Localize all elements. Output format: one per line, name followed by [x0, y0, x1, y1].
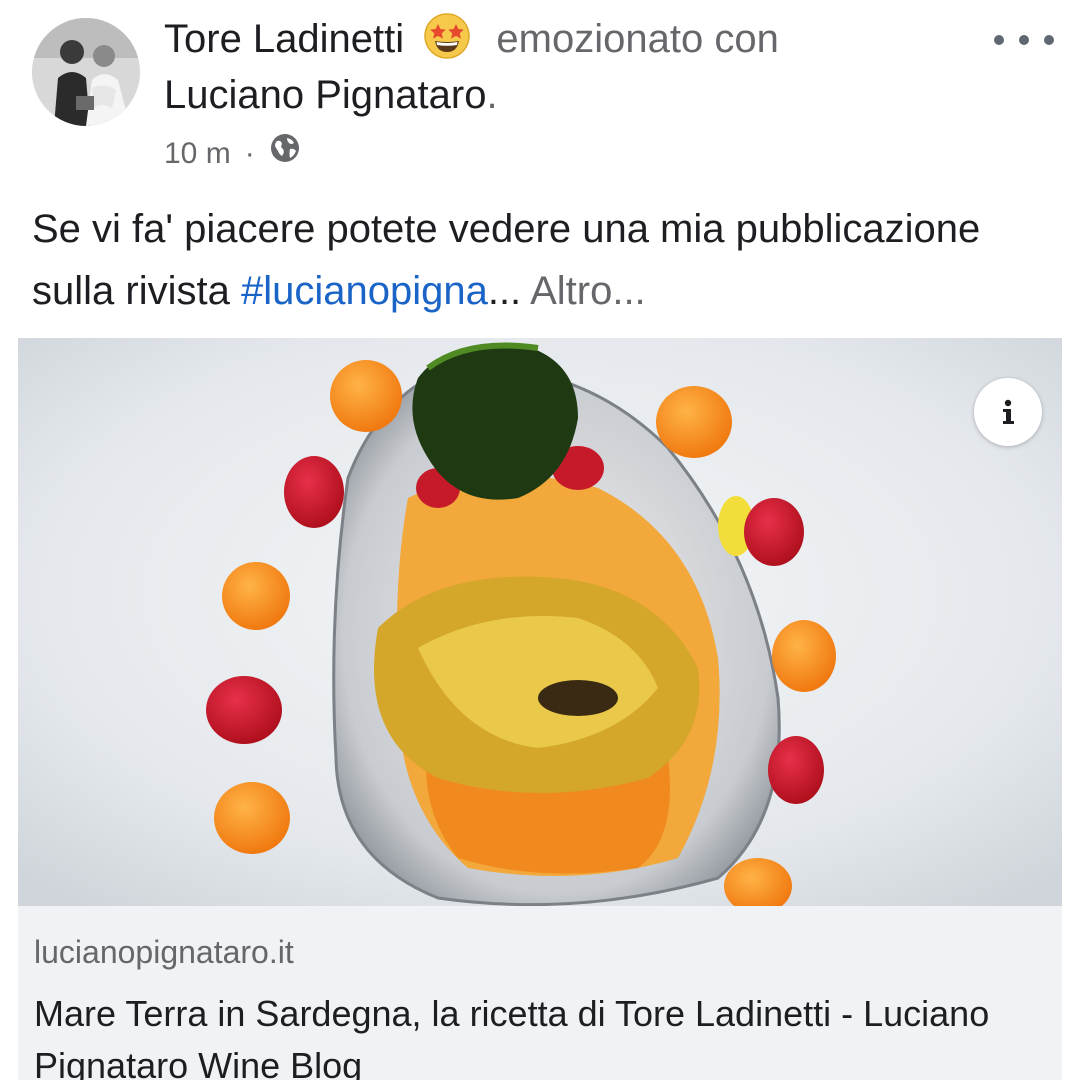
star-struck-emoji-icon [423, 12, 471, 72]
post-timestamp[interactable]: 10 m [164, 134, 231, 174]
tagged-user-name[interactable]: Luciano Pignataro [164, 73, 486, 117]
post-header: Tore Ladinetti emozionato con [164, 12, 779, 72]
food-photo [18, 338, 1062, 906]
author-avatar[interactable] [32, 18, 140, 126]
see-more-link[interactable]: Altro... [530, 269, 646, 313]
more-options-icon[interactable] [994, 26, 1054, 54]
facebook-post: Tore Ladinetti emozionato con Luciano Pi… [0, 0, 1080, 1080]
hashtag-link[interactable]: #lucianopigna [241, 269, 488, 313]
link-preview-card[interactable]: lucianopignataro.it Mare Terra in Sardeg… [18, 906, 1062, 1080]
feeling-text: emozionato con [496, 17, 779, 61]
tagged-line: Luciano Pignataro. [164, 70, 498, 120]
more-dot [994, 35, 1004, 45]
text-ellipsis: ... [487, 269, 522, 313]
post-meta: 10 m · [164, 132, 301, 175]
header-period: . [486, 73, 498, 117]
author-name[interactable]: Tore Ladinetti [164, 17, 404, 61]
globe-icon[interactable] [269, 132, 301, 175]
more-dot [1044, 35, 1054, 45]
info-icon[interactable] [974, 378, 1042, 446]
post-image[interactable] [18, 338, 1062, 906]
more-dot [1019, 35, 1029, 45]
link-domain: lucianopignataro.it [34, 934, 294, 970]
link-title: Mare Terra in Sardegna, la ricetta di To… [34, 993, 990, 1080]
meta-separator: · [244, 136, 255, 170]
post-text: Se vi fa' piacere potete vedere una mia … [32, 198, 1052, 322]
